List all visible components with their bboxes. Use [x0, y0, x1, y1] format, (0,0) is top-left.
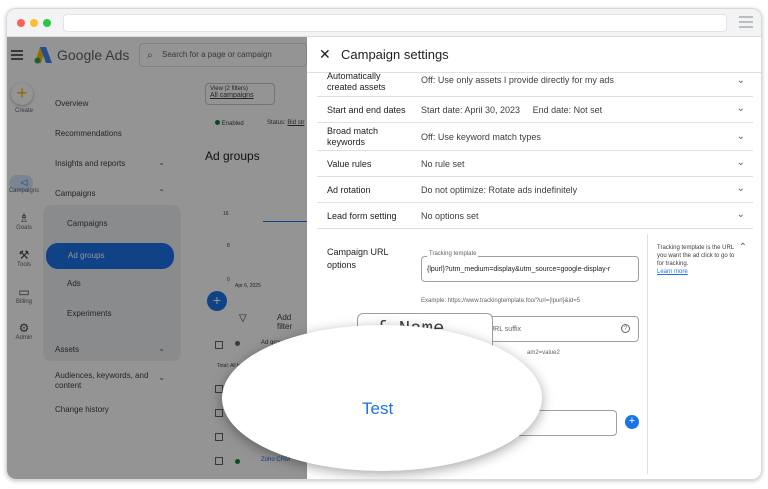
browser-window: Google Ads ⌕ Search for a page or campai…	[6, 8, 762, 480]
setting-label: Value rules	[327, 159, 372, 169]
section-divider	[647, 234, 648, 474]
setting-value: Off: Use only assets I provide directly …	[421, 75, 614, 85]
close-dot-icon[interactable]	[17, 19, 25, 27]
tracking-template-input[interactable]: {lpurl}?utm_medium=display&utm_source=go…	[421, 256, 639, 282]
url-options-label: Campaign URL options	[327, 247, 389, 270]
setting-value: Do not optimize: Rotate ads indefinitely	[421, 185, 578, 195]
setting-label: Lead form setting	[327, 211, 397, 221]
chevron-down-icon: ⌄	[736, 209, 745, 220]
close-icon[interactable]: ✕	[319, 46, 331, 63]
learn-more-link[interactable]: Learn more	[657, 269, 688, 275]
help-text: Tracking template is the URL you want th…	[657, 244, 741, 276]
maximize-dot-icon[interactable]	[43, 19, 51, 27]
chevron-down-icon: ⌄	[736, 183, 745, 194]
setting-label: Broad match keywords	[327, 126, 379, 147]
panel-header: ✕ Campaign settings	[307, 37, 761, 73]
browser-chrome	[7, 9, 761, 37]
suffix-example: am2=value2	[527, 350, 560, 356]
chevron-down-icon: ⌄	[736, 103, 745, 114]
setting-label: Automatically created assets	[327, 71, 386, 92]
setting-value: Start date: April 30, 2023 End date: Not…	[421, 105, 603, 115]
setting-start-end-dates[interactable]: Start and end dates Start date: April 30…	[317, 97, 753, 123]
tracking-template-label: Tracking template	[427, 251, 479, 257]
chevron-down-icon: ⌄	[736, 75, 745, 86]
setting-ad-rotation[interactable]: Ad rotation Do not optimize: Rotate ads …	[317, 177, 753, 203]
setting-label: Start and end dates	[327, 105, 406, 115]
help-text-body: Tracking template is the URL you want th…	[657, 245, 735, 267]
setting-value-rules[interactable]: Value rules No rule set ⌄	[317, 151, 753, 177]
chevron-down-icon: ⌄	[736, 157, 745, 168]
setting-value: No options set	[421, 211, 479, 221]
setting-label: Ad rotation	[327, 185, 371, 195]
setting-broad-match[interactable]: Broad match keywords Off: Use keyword ma…	[317, 123, 753, 151]
add-parameter-icon[interactable]: +	[625, 415, 639, 429]
minimize-dot-icon[interactable]	[30, 19, 38, 27]
setting-lead-form[interactable]: Lead form setting No options set ⌄	[317, 203, 753, 229]
test-label[interactable]: Test	[362, 399, 393, 419]
chevron-up-icon[interactable]: ⌃	[739, 242, 747, 253]
setting-value: No rule set	[421, 159, 465, 169]
panel-title: Campaign settings	[341, 47, 449, 62]
info-icon[interactable]: ?	[621, 324, 630, 333]
setting-value: Off: Use keyword match types	[421, 132, 541, 142]
setting-automatically-created-assets[interactable]: Automatically created assets Off: Use on…	[317, 69, 753, 97]
tracking-example: Example: https://www.trackingtemplate.fo…	[421, 298, 581, 304]
address-bar[interactable]	[63, 14, 727, 32]
chevron-down-icon: ⌄	[736, 131, 745, 142]
zoom-bubble: Test	[222, 325, 542, 471]
browser-menu-icon[interactable]	[739, 16, 753, 28]
